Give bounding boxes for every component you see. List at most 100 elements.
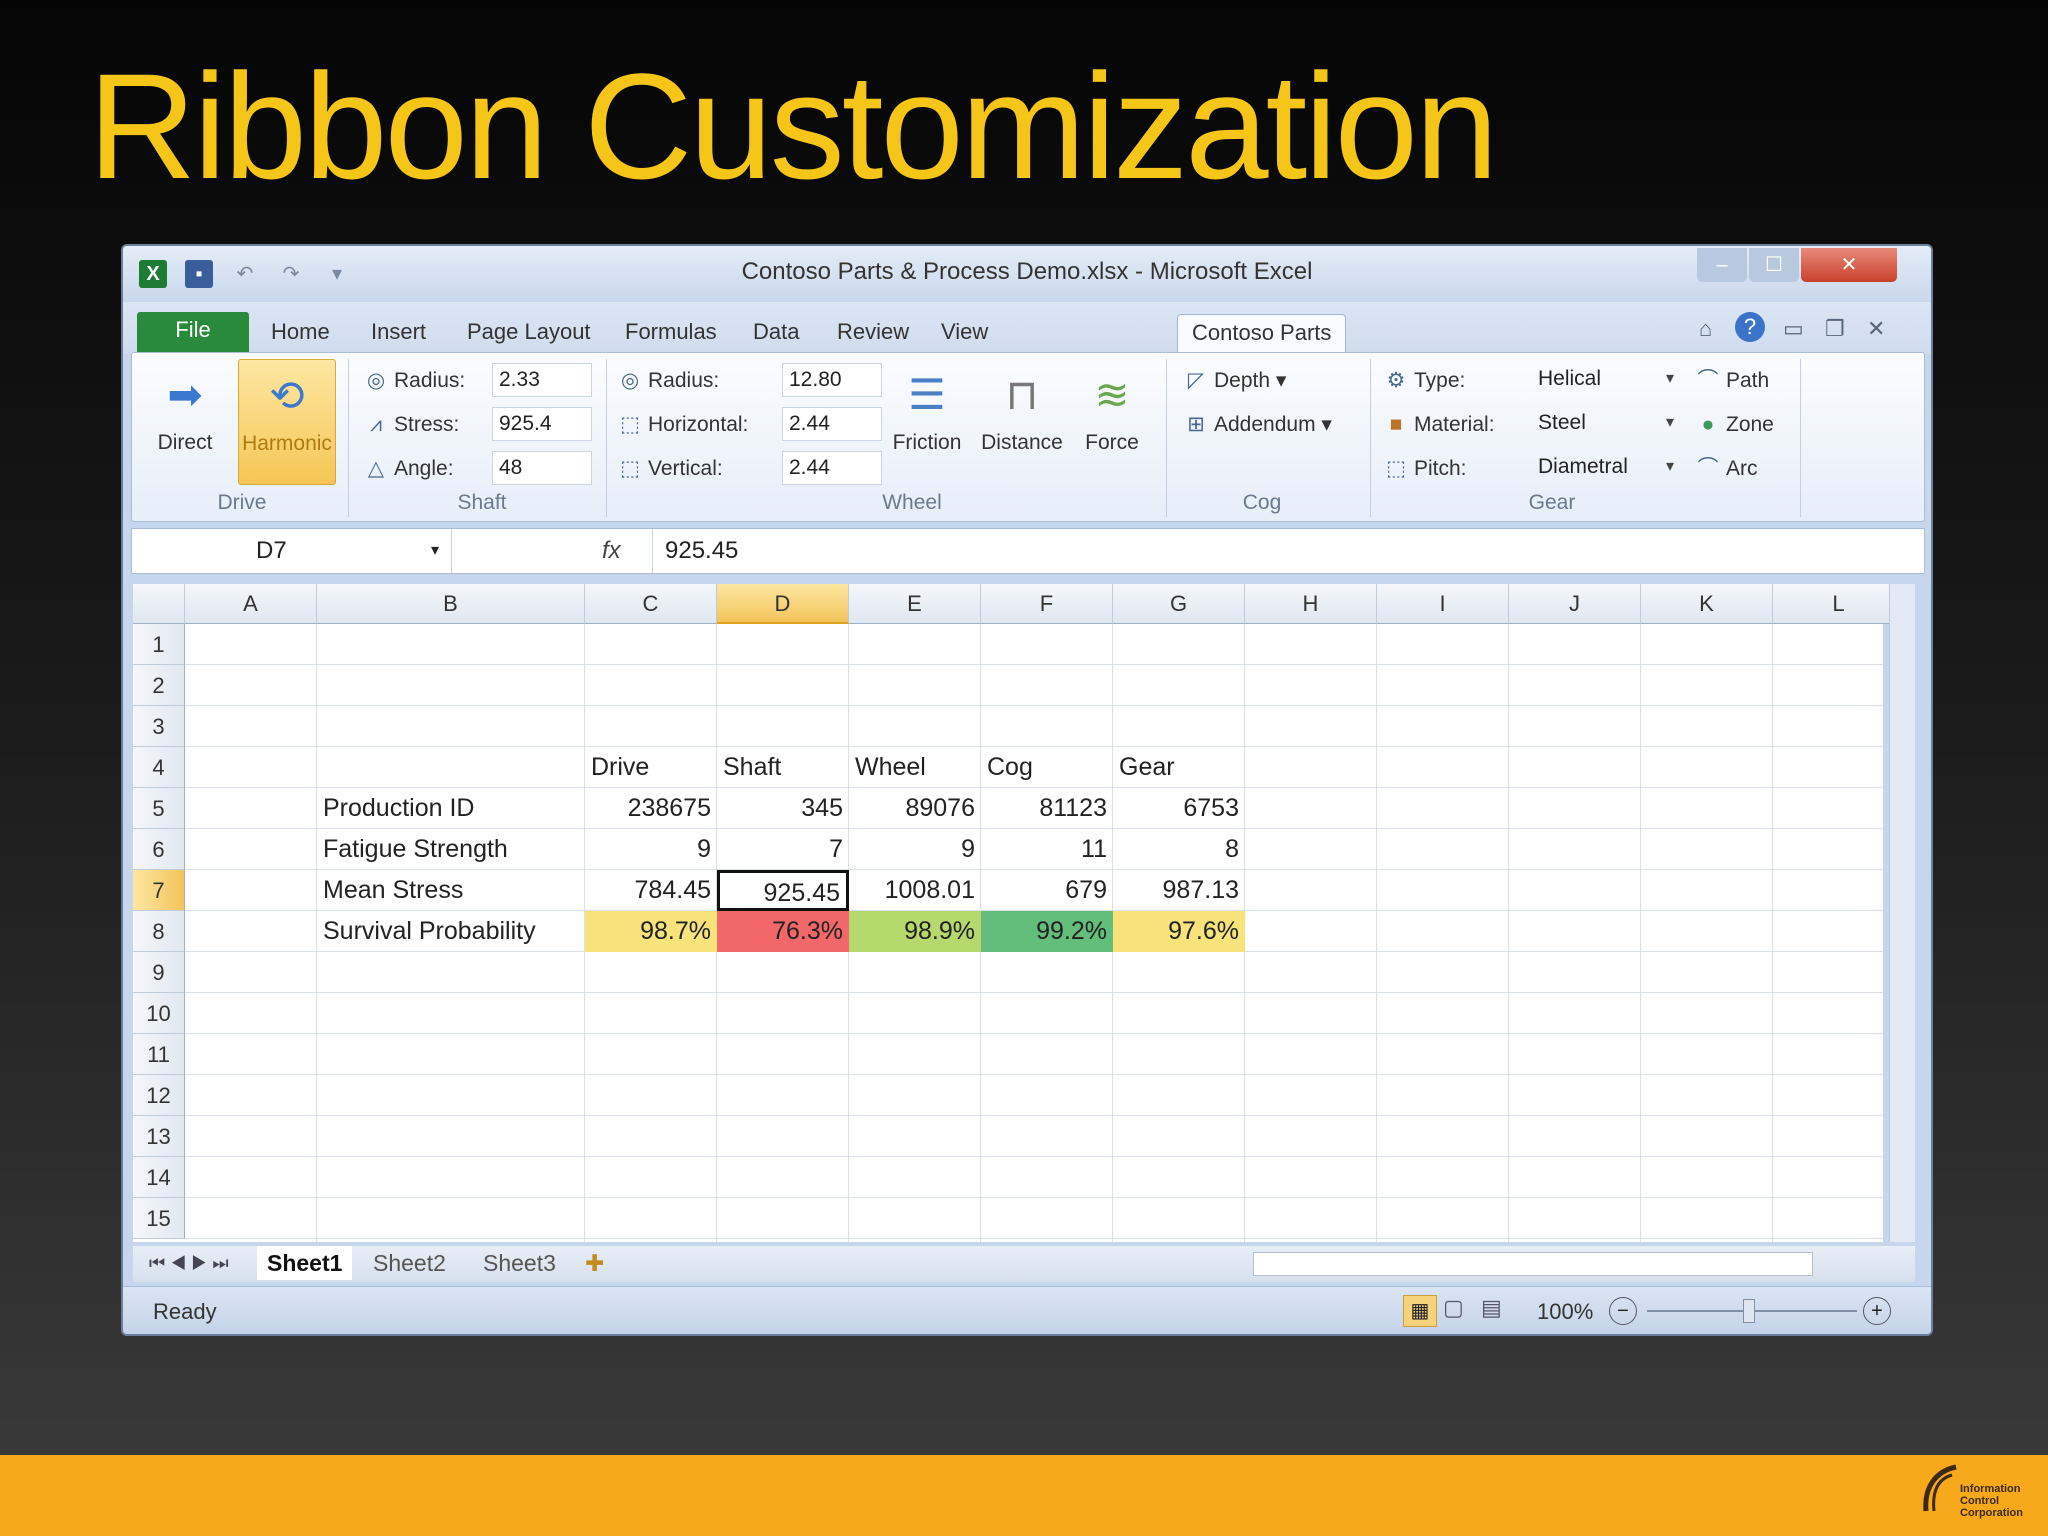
name-box[interactable]: D7 ▾ — [132, 529, 452, 573]
cell-row-label[interactable]: Production ID — [317, 788, 585, 829]
column-header-j[interactable]: J — [1509, 584, 1641, 624]
vertical-scrollbar[interactable] — [1889, 584, 1915, 1242]
cell-value[interactable]: 99.2% — [981, 911, 1113, 952]
column-header-c[interactable]: C — [585, 584, 717, 624]
maximize-button[interactable]: ☐ — [1749, 248, 1799, 282]
row-header-13[interactable]: 13 — [133, 1116, 185, 1157]
column-header-h[interactable]: H — [1245, 584, 1377, 624]
cell-value[interactable]: 345 — [717, 788, 849, 829]
row-header-14[interactable]: 14 — [133, 1157, 185, 1198]
workbook-minimize-icon[interactable]: ▭ — [1783, 316, 1804, 342]
minimize-button[interactable]: – — [1697, 248, 1747, 282]
tab-page-layout[interactable]: Page Layout — [453, 314, 605, 354]
cell-value[interactable]: 76.3% — [717, 911, 849, 952]
direct-button[interactable]: ➡ Direct — [136, 359, 234, 485]
wheel-vertical-input[interactable]: 2.44 — [782, 451, 882, 485]
cell-value[interactable]: 238675 — [585, 788, 717, 829]
tab-home[interactable]: Home — [257, 314, 344, 354]
workbook-restore-icon[interactable]: ❐ — [1825, 316, 1845, 342]
row-header-12[interactable]: 12 — [133, 1075, 185, 1116]
zoom-level[interactable]: 100% — [1537, 1299, 1593, 1325]
gear-type-select[interactable]: Helical — [1532, 363, 1680, 397]
tab-view[interactable]: View — [927, 314, 1002, 354]
arc-button[interactable]: ⌒ Arc — [1694, 453, 1758, 485]
cell-header[interactable]: Cog — [981, 747, 1113, 788]
cell-value[interactable]: 8 — [1113, 829, 1245, 870]
horizontal-scrollbar[interactable] — [1253, 1252, 1813, 1276]
cell-value[interactable]: 784.45 — [585, 870, 717, 911]
row-header-4[interactable]: 4 — [133, 747, 185, 788]
tab-file[interactable]: File — [137, 312, 249, 352]
cell-header[interactable]: Gear — [1113, 747, 1245, 788]
active-cell[interactable]: 925.45 — [717, 870, 849, 911]
column-header-k[interactable]: K — [1641, 584, 1773, 624]
cell-value[interactable]: 11 — [981, 829, 1113, 870]
shaft-radius-input[interactable]: 2.33 — [492, 363, 592, 397]
row-header-2[interactable]: 2 — [133, 665, 185, 706]
tab-contoso-parts[interactable]: Contoso Parts — [1177, 314, 1347, 354]
cell-value[interactable]: 987.13 — [1113, 870, 1245, 911]
cell-value[interactable]: 9 — [585, 829, 717, 870]
row-header-1[interactable]: 1 — [133, 624, 185, 665]
cell-value[interactable]: 6753 — [1113, 788, 1245, 829]
cell-value[interactable]: 89076 — [849, 788, 981, 829]
gear-pitch-select[interactable]: Diametral — [1532, 451, 1680, 485]
wheel-radius-input[interactable]: 12.80 — [782, 363, 882, 397]
cell-row-label[interactable]: Mean Stress — [317, 870, 585, 911]
sheet-tab-1[interactable]: Sheet1 — [257, 1246, 353, 1280]
insert-function-icon[interactable]: fx — [602, 529, 621, 573]
normal-view-icon[interactable]: ▦ — [1403, 1295, 1437, 1327]
zoom-out-button[interactable]: − — [1609, 1297, 1637, 1325]
cell-value[interactable]: 9 — [849, 829, 981, 870]
cell-value[interactable]: 1008.01 — [849, 870, 981, 911]
cell-row-label[interactable]: Survival Probability — [317, 911, 585, 952]
path-button[interactable]: ⌒ Path — [1694, 365, 1770, 397]
close-button[interactable]: ✕ — [1801, 248, 1897, 282]
sheet-tab-3[interactable]: Sheet3 — [473, 1246, 566, 1280]
distance-button[interactable]: ⊓ Distance — [974, 359, 1070, 485]
select-all-corner[interactable] — [133, 584, 185, 624]
row-header-8[interactable]: 8 — [133, 911, 185, 952]
row-header-11[interactable]: 11 — [133, 1034, 185, 1075]
cell-value[interactable]: 97.6% — [1113, 911, 1245, 952]
cell-header[interactable]: Wheel — [849, 747, 981, 788]
cell-row-label[interactable]: Fatigue Strength — [317, 829, 585, 870]
column-header-e[interactable]: E — [849, 584, 981, 624]
column-header-f[interactable]: F — [981, 584, 1113, 624]
shaft-stress-input[interactable]: 925.4 — [492, 407, 592, 441]
cell-value[interactable]: 679 — [981, 870, 1113, 911]
friction-button[interactable]: ☰ Friction — [882, 359, 972, 485]
help-icon[interactable]: ? — [1735, 312, 1765, 342]
page-break-view-icon[interactable]: ▤ — [1481, 1295, 1502, 1321]
column-header-a[interactable]: A — [185, 584, 317, 624]
column-header-g[interactable]: G — [1113, 584, 1245, 624]
depth-dropdown[interactable]: ◸ Depth ▾ — [1182, 365, 1287, 397]
cell-value[interactable]: 81123 — [981, 788, 1113, 829]
cell-header[interactable]: Shaft — [717, 747, 849, 788]
tab-data[interactable]: Data — [739, 314, 813, 354]
insert-sheet-icon[interactable]: ✚ — [575, 1246, 614, 1280]
formula-input[interactable]: 925.45 — [652, 529, 738, 573]
zone-button[interactable]: ● Zone — [1694, 409, 1774, 441]
page-layout-view-icon[interactable]: ▢ — [1443, 1295, 1464, 1321]
force-button[interactable]: ≋ Force — [1072, 359, 1152, 485]
minimize-ribbon-icon[interactable]: ⌂ — [1699, 316, 1712, 342]
row-header-10[interactable]: 10 — [133, 993, 185, 1034]
column-header-d[interactable]: D — [717, 584, 849, 624]
zoom-slider-thumb[interactable] — [1743, 1299, 1755, 1323]
sheet-tab-2[interactable]: Sheet2 — [363, 1246, 456, 1280]
cell-value[interactable]: 7 — [717, 829, 849, 870]
zoom-in-button[interactable]: + — [1863, 1297, 1891, 1325]
harmonic-button[interactable]: ⟲ Harmonic — [238, 359, 336, 485]
cell-value[interactable]: 98.7% — [585, 911, 717, 952]
column-header-i[interactable]: I — [1377, 584, 1509, 624]
row-header-9[interactable]: 9 — [133, 952, 185, 993]
row-header-7[interactable]: 7 — [133, 870, 185, 911]
column-header-l[interactable]: L — [1773, 584, 1905, 624]
cell-value[interactable]: 98.9% — [849, 911, 981, 952]
column-header-b[interactable]: B — [317, 584, 585, 624]
tab-formulas[interactable]: Formulas — [611, 314, 731, 354]
row-header-5[interactable]: 5 — [133, 788, 185, 829]
row-header-15[interactable]: 15 — [133, 1198, 185, 1239]
row-header-3[interactable]: 3 — [133, 706, 185, 747]
